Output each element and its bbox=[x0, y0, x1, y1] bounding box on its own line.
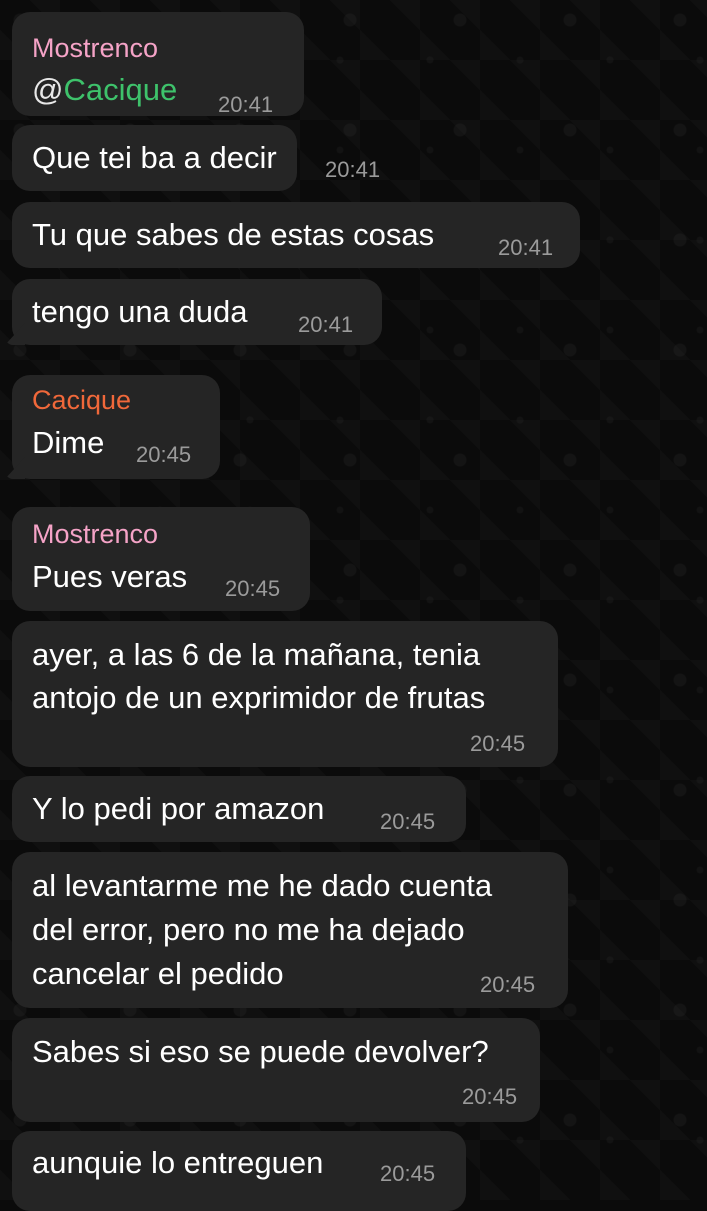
message-text: Dime bbox=[32, 425, 105, 460]
message-bubble[interactable]: Que tei ba a decir 20:41 bbox=[12, 125, 380, 191]
bubble-tail bbox=[5, 323, 25, 345]
message-time: 20:41 bbox=[498, 235, 554, 260]
message-time: 20:45 bbox=[380, 1161, 436, 1186]
message-bubble[interactable]: aunquie lo entreguen 20:45 bbox=[12, 1131, 466, 1211]
message-bubble[interactable]: al levantarme me he dado cuenta del erro… bbox=[12, 852, 568, 1008]
bubble-tail bbox=[5, 457, 25, 479]
message-bubble[interactable]: Tu que sabes de estas cosas 20:41 bbox=[12, 202, 580, 268]
message-list[interactable]: Mostrenco @Cacique 20:41 Que tei ba a de… bbox=[0, 0, 707, 1211]
mention-prefix: @ bbox=[32, 72, 64, 107]
message-time: 20:45 bbox=[480, 972, 536, 997]
message-text: Pues veras bbox=[32, 559, 188, 594]
message-text: @Cacique bbox=[32, 68, 177, 112]
message-text-line: ayer, a las 6 de la mañana, tenia bbox=[32, 637, 481, 672]
message-time: 20:41 bbox=[298, 312, 354, 337]
message-text-line: al levantarme me he dado cuenta bbox=[32, 868, 493, 903]
message-time: 20:45 bbox=[470, 731, 526, 756]
message-text: aunquie lo entreguen bbox=[32, 1145, 324, 1180]
message-bubble[interactable]: Mostrenco Pues veras 20:45 bbox=[12, 507, 310, 611]
mention-link[interactable]: Cacique bbox=[63, 72, 177, 107]
message-text-line: antojo de un exprimidor de frutas bbox=[32, 680, 486, 715]
message-time: 20:45 bbox=[380, 809, 436, 834]
message-text: Tu que sabes de estas cosas bbox=[32, 217, 435, 252]
message-bubble[interactable]: Cacique Dime 20:45 bbox=[5, 375, 220, 479]
message-time: 20:41 bbox=[218, 92, 274, 117]
message-text-line: cancelar el pedido bbox=[32, 956, 284, 991]
message-time: 20:45 bbox=[136, 442, 192, 467]
message-text-line: del error, pero no me ha dejado bbox=[32, 912, 465, 947]
sender-name[interactable]: Cacique bbox=[32, 384, 131, 416]
message-bubble[interactable]: tengo una duda 20:41 bbox=[5, 279, 382, 345]
message-text: Sabes si eso se puede devolver? bbox=[32, 1034, 489, 1069]
message-text: tengo una duda bbox=[32, 294, 248, 329]
message-bubble[interactable]: Y lo pedi por amazon 20:45 bbox=[12, 776, 466, 842]
sender-name[interactable]: Mostrenco bbox=[32, 32, 158, 64]
message-time: 20:45 bbox=[225, 576, 281, 601]
message-text: Y lo pedi por amazon bbox=[32, 791, 325, 826]
message-text: Que tei ba a decir bbox=[32, 140, 277, 175]
message-bubble[interactable]: Mostrenco @Cacique 20:41 bbox=[12, 12, 304, 117]
message-bubble[interactable]: Sabes si eso se puede devolver? 20:45 bbox=[12, 1018, 540, 1122]
message-bubble[interactable]: ayer, a las 6 de la mañana, tenia antojo… bbox=[12, 621, 558, 767]
message-time: 20:41 bbox=[325, 157, 381, 182]
sender-name[interactable]: Mostrenco bbox=[32, 518, 158, 550]
message-time: 20:45 bbox=[462, 1084, 518, 1109]
